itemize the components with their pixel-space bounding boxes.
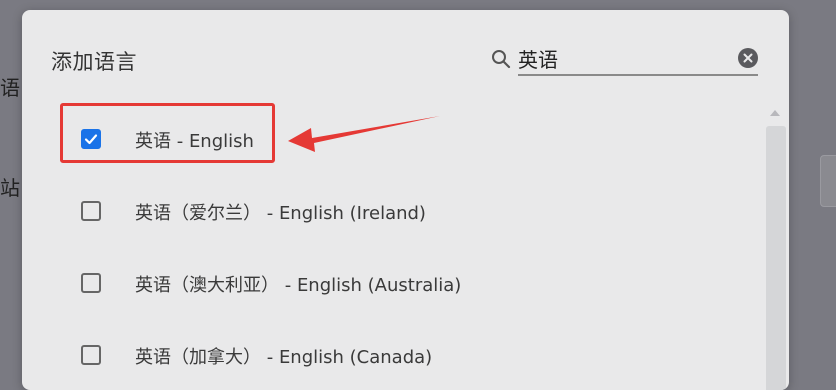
scroll-thumb[interactable] xyxy=(766,126,786,390)
language-item-english-canada[interactable]: 英语（加拿大） - English (Canada) xyxy=(22,318,762,390)
background-text-fragment: 站 xyxy=(0,176,20,200)
background-panel xyxy=(820,155,836,207)
language-checkbox[interactable] xyxy=(81,273,101,293)
search-field xyxy=(518,44,758,76)
add-language-dialog: 添加语言 英语 - English xyxy=(22,10,789,390)
language-label: 英语（爱尔兰） - English (Ireland) xyxy=(135,203,426,224)
language-label: 英语（澳大利亚） - English (Australia) xyxy=(135,275,462,296)
language-item-english-australia[interactable]: 英语（澳大利亚） - English (Australia) xyxy=(22,246,762,318)
language-checkbox[interactable] xyxy=(81,201,101,221)
search-icon xyxy=(492,50,511,69)
language-item-english-ireland[interactable]: 英语（爱尔兰） - English (Ireland) xyxy=(22,174,762,246)
scrollbar[interactable] xyxy=(764,106,786,390)
background-text-fragment: 语 xyxy=(0,76,20,100)
scroll-up-arrow-icon[interactable] xyxy=(770,110,780,116)
search-input[interactable] xyxy=(518,44,718,72)
search-bar xyxy=(490,44,758,86)
language-label: 英语（加拿大） - English (Canada) xyxy=(135,347,433,368)
dialog-title: 添加语言 xyxy=(51,50,137,74)
clear-icon[interactable] xyxy=(738,48,758,68)
language-checkbox[interactable] xyxy=(81,345,101,365)
annotation-highlight-box xyxy=(60,103,275,163)
